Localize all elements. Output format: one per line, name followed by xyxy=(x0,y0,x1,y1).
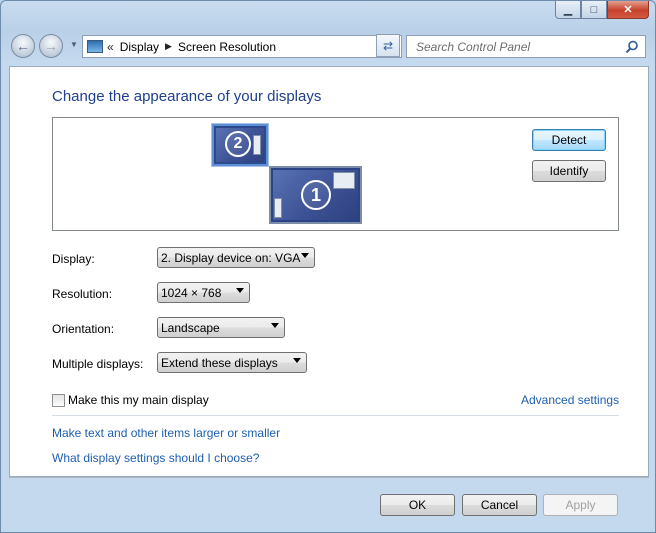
search-icon[interactable] xyxy=(625,40,639,54)
monitor-2-window-icon xyxy=(253,135,261,155)
identify-button[interactable]: Identify xyxy=(532,160,606,182)
monitor-1-sidebar-icon xyxy=(274,198,282,218)
main-display-label[interactable]: Make this my main display xyxy=(68,393,209,407)
apply-button[interactable]: Apply xyxy=(543,494,618,516)
display-arrangement-area: 2 1 Detect Identify xyxy=(52,117,619,231)
advanced-settings-link[interactable]: Advanced settings xyxy=(521,393,619,407)
search-box[interactable] xyxy=(406,35,646,58)
forward-button[interactable]: → xyxy=(39,34,63,58)
control-panel-icon xyxy=(87,40,103,53)
footer-divider xyxy=(9,477,649,478)
maximize-icon: □ xyxy=(590,3,598,16)
display-settings-help-link[interactable]: What display settings should I choose? xyxy=(52,451,259,465)
breadcrumb-separator-icon[interactable]: ▶ xyxy=(165,41,172,52)
close-icon: ✕ xyxy=(623,4,633,16)
minimize-button[interactable]: ▁ xyxy=(555,1,581,19)
breadcrumb-screen-resolution[interactable]: Screen Resolution xyxy=(178,40,276,54)
multiple-displays-select[interactable]: Extend these displays xyxy=(157,352,307,373)
orientation-select-value: Landscape xyxy=(161,320,220,335)
display-select[interactable]: 2. Display device on: VGA xyxy=(157,247,315,268)
resolution-select-value: 1024 × 768 xyxy=(161,285,222,300)
orientation-label: Orientation: xyxy=(52,322,115,336)
back-button[interactable]: ← xyxy=(11,34,35,58)
chevron-down-icon xyxy=(271,323,279,328)
minimize-icon: ▁ xyxy=(563,4,573,16)
content-pane: Change the appearance of your displays 2… xyxy=(9,66,649,477)
monitor-1[interactable]: 1 xyxy=(269,166,362,224)
monitor-2-number: 2 xyxy=(225,131,251,157)
search-input[interactable] xyxy=(414,38,618,55)
breadcrumb-overflow-icon[interactable]: « xyxy=(107,40,114,54)
resolution-select[interactable]: 1024 × 768 xyxy=(157,282,250,303)
maximize-button[interactable]: □ xyxy=(581,1,607,19)
resolution-label: Resolution: xyxy=(52,287,113,301)
forward-arrow-icon: → xyxy=(44,38,58,54)
breadcrumb-display[interactable]: Display xyxy=(120,40,159,54)
window-frame: ▁ □ ✕ ← → ▼ « Display ▶ Screen Resolutio… xyxy=(0,0,656,533)
chevron-down-icon xyxy=(236,288,244,293)
divider xyxy=(52,415,619,416)
main-display-checkbox[interactable] xyxy=(52,394,65,407)
monitor-1-number: 1 xyxy=(301,180,331,210)
recent-pages-dropdown[interactable]: ▼ xyxy=(70,40,78,49)
multiple-displays-select-value: Extend these displays xyxy=(161,355,278,370)
page-title: Change the appearance of your displays xyxy=(52,88,322,105)
ok-button[interactable]: OK xyxy=(380,494,455,516)
multiple-displays-label: Multiple displays: xyxy=(52,357,144,371)
chevron-down-icon xyxy=(293,358,301,363)
refresh-button[interactable]: ⇄ xyxy=(376,34,400,57)
chevron-down-icon xyxy=(301,253,309,258)
detect-button[interactable]: Detect xyxy=(532,129,606,151)
display-label: Display: xyxy=(52,252,95,266)
cancel-button[interactable]: Cancel xyxy=(462,494,537,516)
text-size-link[interactable]: Make text and other items larger or smal… xyxy=(52,426,280,440)
refresh-icon: ⇄ xyxy=(382,38,394,53)
caption-buttons: ▁ □ ✕ xyxy=(555,1,649,19)
back-arrow-icon: ← xyxy=(16,38,30,54)
monitor-2[interactable]: 2 xyxy=(211,123,269,167)
display-select-value: 2. Display device on: VGA xyxy=(161,250,301,265)
monitor-1-window-icon xyxy=(333,172,355,189)
navigation-bar: ← → ▼ « Display ▶ Screen Resolution ▼ ⇄ xyxy=(11,34,651,60)
address-bar[interactable]: « Display ▶ Screen Resolution ▼ xyxy=(82,35,402,58)
orientation-select[interactable]: Landscape xyxy=(157,317,285,338)
close-button[interactable]: ✕ xyxy=(607,1,649,19)
